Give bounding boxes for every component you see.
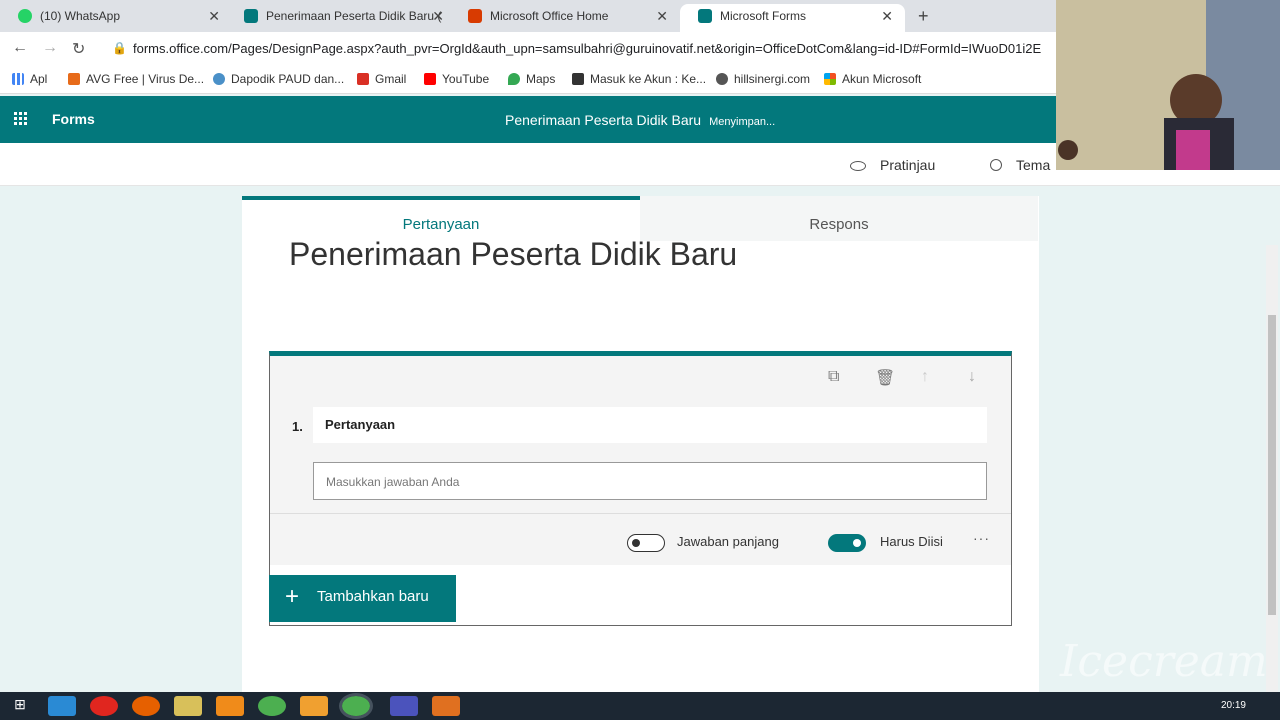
tab-label: Microsoft Forms	[720, 9, 807, 23]
close-icon[interactable]: ✕	[432, 4, 444, 28]
palette-icon	[990, 159, 1002, 171]
eye-icon	[850, 161, 866, 171]
bookmark-avg[interactable]: AVG Free | Virus De...	[68, 72, 204, 86]
tab-label: (10) WhatsApp	[40, 9, 121, 23]
reload-icon[interactable]: ↻	[72, 39, 85, 59]
webcam-overlay	[1056, 0, 1280, 170]
avg-icon	[68, 73, 80, 85]
answer-input[interactable]: Masukkan jawaban Anda	[313, 462, 987, 500]
youtube-icon	[424, 73, 436, 85]
bookmark-hillsinergi[interactable]: hillsinergi.com	[716, 72, 810, 86]
tab-responses[interactable]: Respons	[640, 196, 1038, 241]
close-icon[interactable]: ✕	[208, 4, 220, 28]
office-icon	[468, 9, 482, 23]
tab-label: Penerimaan Peserta Didik Baru (	[266, 9, 442, 23]
more-icon[interactable]: ···	[973, 530, 990, 546]
windows-start-icon[interactable]: ⊞	[6, 696, 34, 716]
page-scrollbar[interactable]	[1266, 245, 1278, 692]
whatsapp-icon	[18, 9, 32, 23]
bookmark-apps[interactable]: Apl	[12, 72, 47, 86]
opera-icon[interactable]	[90, 696, 118, 716]
question-input[interactable]: Pertanyaan	[313, 407, 987, 443]
forms-icon	[244, 9, 258, 23]
dapodik-icon	[213, 73, 225, 85]
tab-label: Microsoft Office Home	[490, 9, 609, 23]
watermark-logo: Icecream	[1060, 636, 1268, 687]
question-card[interactable]: ⧉ 🗑 ↑ ↓ 1. Pertanyaan Masukkan jawaban A…	[269, 351, 1012, 626]
forms-icon	[698, 9, 712, 23]
new-tab-button[interactable]: +	[918, 6, 929, 27]
tab-microsoft-forms[interactable]: Microsoft Forms ✕	[680, 4, 905, 32]
firefox-icon[interactable]	[132, 696, 160, 716]
arrow-down-icon[interactable]: ↓	[968, 368, 976, 386]
saving-status: Menyimpan...	[709, 116, 776, 128]
plus-icon: +	[285, 583, 300, 610]
arrow-up-icon[interactable]: ↑	[921, 368, 929, 386]
windows-taskbar: ⊞ 20:19	[0, 692, 1280, 720]
form-title[interactable]: Penerimaan Peserta Didik Baru	[289, 236, 737, 273]
gmail-icon	[357, 73, 369, 85]
account-icon	[572, 73, 584, 85]
bookmark-masuk-akun[interactable]: Masuk ke Akun : Ke...	[572, 72, 706, 86]
apps-icon	[12, 73, 24, 85]
required-toggle[interactable]	[828, 534, 866, 552]
bookmark-gmail[interactable]: Gmail	[357, 72, 406, 86]
chrome-icon[interactable]	[258, 696, 286, 716]
url-field[interactable]: forms.office.com/Pages/DesignPage.aspx?a…	[133, 41, 1053, 56]
globe-icon	[716, 73, 728, 85]
forward-icon[interactable]: →	[42, 39, 58, 57]
long-answer-label: Jawaban panjang	[677, 534, 779, 549]
question-options: Jawaban panjang Harus Diisi ···	[270, 513, 1011, 565]
taskbar-clock[interactable]: 20:19	[1221, 700, 1246, 711]
tab-questions[interactable]: Pertanyaan	[242, 196, 640, 241]
back-icon[interactable]: ←	[12, 39, 28, 57]
ie-icon[interactable]	[48, 696, 76, 716]
bookmark-youtube[interactable]: YouTube	[424, 72, 489, 86]
question-number: 1.	[292, 419, 303, 434]
close-icon[interactable]: ✕	[881, 4, 893, 28]
app-icon[interactable]	[300, 696, 328, 716]
maps-icon	[508, 73, 520, 85]
trash-icon[interactable]: 🗑	[875, 368, 895, 388]
form-canvas: Pertanyaan Respons Penerimaan Peserta Di…	[242, 196, 1039, 696]
recorder-icon[interactable]	[432, 696, 460, 716]
app-brand[interactable]: Forms	[52, 111, 95, 127]
close-icon[interactable]: ✕	[656, 4, 668, 28]
chrome-active-icon[interactable]	[339, 693, 373, 719]
add-new-button[interactable]: + Tambahkan baru	[269, 575, 456, 622]
copy-icon[interactable]: ⧉	[828, 368, 839, 386]
tab-office-home[interactable]: Microsoft Office Home ✕	[450, 4, 680, 32]
presenter-video	[1056, 0, 1280, 170]
tab-whatsapp[interactable]: (10) WhatsApp ✕	[0, 4, 232, 32]
preview-button[interactable]: Pratinjau	[850, 157, 935, 173]
long-answer-toggle[interactable]	[627, 534, 665, 552]
bookmark-akun-microsoft[interactable]: Akun Microsoft	[824, 72, 921, 86]
question-editor: ⧉ 🗑 ↑ ↓ 1. Pertanyaan Masukkan jawaban A…	[270, 356, 1011, 513]
lock-icon: 🔒	[112, 41, 127, 55]
scrollbar-thumb[interactable]	[1268, 315, 1276, 615]
header-form-title: Penerimaan Peserta Didik Baru Menyimpan..…	[505, 112, 776, 128]
teams-icon[interactable]	[390, 696, 418, 716]
tab-form-preview[interactable]: Penerimaan Peserta Didik Baru ( ✕	[226, 4, 456, 32]
media-icon[interactable]	[216, 696, 244, 716]
theme-button[interactable]: Tema	[990, 157, 1050, 173]
bookmark-dapodik[interactable]: Dapodik PAUD dan...	[213, 72, 344, 86]
required-label: Harus Diisi	[880, 534, 943, 549]
bookmark-maps[interactable]: Maps	[508, 72, 555, 86]
explorer-icon[interactable]	[174, 696, 202, 716]
microsoft-icon	[824, 73, 836, 85]
app-launcher-icon[interactable]	[14, 112, 28, 126]
